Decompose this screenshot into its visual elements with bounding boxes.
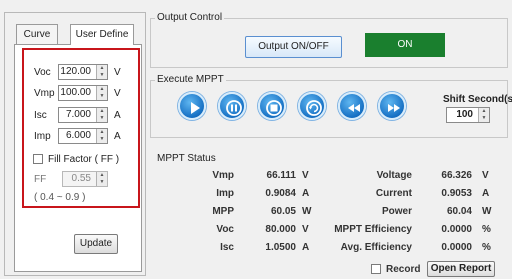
vmp-value: 100.00 bbox=[60, 87, 91, 98]
status-label: MPP bbox=[212, 206, 234, 217]
spin-arrows-icon[interactable]: ▲ ▼ bbox=[96, 129, 107, 143]
stop-icon[interactable] bbox=[258, 92, 286, 120]
status-value: 66.111 bbox=[266, 170, 296, 181]
status-value: 80.000 bbox=[265, 224, 296, 235]
spin-arrows-icon[interactable]: ▲ ▼ bbox=[96, 108, 107, 122]
vmp-unit: V bbox=[114, 88, 121, 99]
status-label: Power bbox=[381, 206, 412, 217]
imp-value: 6.000 bbox=[65, 130, 91, 141]
imp-label: Imp bbox=[34, 131, 51, 142]
status-label: Isc bbox=[220, 242, 234, 253]
status-unit: % bbox=[482, 224, 491, 235]
status-value: 0.9084 bbox=[265, 188, 296, 199]
output-on-off-button[interactable]: Output ON/OFF bbox=[245, 36, 342, 58]
spin-arrows-icon[interactable]: ▲ ▼ bbox=[96, 172, 107, 186]
tab-curve[interactable]: Curve bbox=[16, 24, 58, 44]
status-unit: V bbox=[302, 224, 309, 235]
isc-label: Isc bbox=[34, 110, 47, 121]
shift-seconds-value: 100 bbox=[456, 109, 473, 120]
voc-input[interactable]: 120.00 ▲ ▼ bbox=[58, 64, 108, 80]
output-control-title: Output Control bbox=[155, 12, 225, 23]
isc-unit: A bbox=[114, 110, 121, 121]
tab-user-define[interactable]: User Define bbox=[70, 24, 134, 45]
imp-input[interactable]: 6.000 ▲ ▼ bbox=[58, 128, 108, 144]
spin-arrows-icon[interactable]: ▲ ▼ bbox=[478, 108, 489, 122]
isc-input[interactable]: 7.000 ▲ ▼ bbox=[58, 107, 108, 123]
voc-label: Voc bbox=[34, 67, 51, 78]
fill-factor-checkbox[interactable] bbox=[33, 154, 43, 164]
status-value: 0.0000 bbox=[441, 242, 472, 253]
output-status-indicator: ON bbox=[365, 33, 445, 57]
ff-label: FF bbox=[34, 174, 47, 185]
spin-arrows-icon[interactable]: ▲ ▼ bbox=[96, 86, 107, 100]
status-unit: A bbox=[302, 188, 310, 199]
rewind-icon[interactable] bbox=[338, 92, 366, 120]
fill-factor-label: Fill Factor ( FF ) bbox=[48, 154, 120, 165]
status-value: 60.04 bbox=[446, 206, 472, 217]
mppt-status-title: MPPT Status bbox=[157, 153, 216, 164]
imp-unit: A bbox=[114, 131, 121, 142]
ff-input[interactable]: 0.55 ▲ ▼ bbox=[62, 171, 108, 187]
status-label: Current bbox=[375, 188, 412, 199]
status-label: Avg. Efficiency bbox=[340, 242, 412, 253]
status-value: 0.0000 bbox=[441, 224, 472, 235]
status-unit: A bbox=[482, 188, 490, 199]
play-icon[interactable] bbox=[178, 92, 206, 120]
status-label: Voltage bbox=[376, 170, 412, 181]
record-checkbox[interactable] bbox=[371, 264, 381, 274]
ff-value: 0.55 bbox=[71, 173, 91, 184]
pause-icon[interactable] bbox=[218, 92, 246, 120]
status-unit: W bbox=[482, 206, 492, 217]
voc-unit: V bbox=[114, 67, 121, 78]
status-unit: A bbox=[302, 242, 310, 253]
spin-arrows-icon[interactable]: ▲ ▼ bbox=[96, 65, 107, 79]
shift-seconds-label: Shift Second(s) bbox=[443, 94, 512, 105]
status-value: 60.05 bbox=[270, 206, 296, 217]
status-label: Vmp bbox=[212, 170, 234, 181]
status-unit: V bbox=[482, 170, 489, 181]
open-report-button[interactable]: Open Report bbox=[427, 261, 495, 277]
status-unit: % bbox=[482, 242, 491, 253]
status-unit: W bbox=[302, 206, 312, 217]
shift-seconds-input[interactable]: 100 ▲ ▼ bbox=[446, 107, 490, 123]
status-value: 66.326 bbox=[441, 170, 472, 181]
status-value: 1.0500 bbox=[265, 242, 296, 253]
update-button[interactable]: Update bbox=[74, 234, 118, 254]
fast-forward-icon[interactable] bbox=[378, 92, 406, 120]
status-unit: V bbox=[302, 170, 309, 181]
isc-value: 7.000 bbox=[65, 109, 91, 120]
refresh-icon[interactable] bbox=[298, 92, 326, 120]
status-value: 0.9053 bbox=[441, 188, 472, 199]
status-label: Voc bbox=[216, 224, 234, 235]
vmp-label: Vmp bbox=[34, 88, 55, 99]
ff-range-label: ( 0.4 ~ 0.9 ) bbox=[34, 192, 86, 203]
execute-mppt-title: Execute MPPT bbox=[155, 74, 226, 85]
voc-value: 120.00 bbox=[60, 66, 91, 77]
status-label: Imp bbox=[216, 188, 234, 199]
record-label: Record bbox=[386, 264, 421, 275]
status-label: MPPT Efficiency bbox=[334, 224, 412, 235]
vmp-input[interactable]: 100.00 ▲ ▼ bbox=[58, 85, 108, 101]
